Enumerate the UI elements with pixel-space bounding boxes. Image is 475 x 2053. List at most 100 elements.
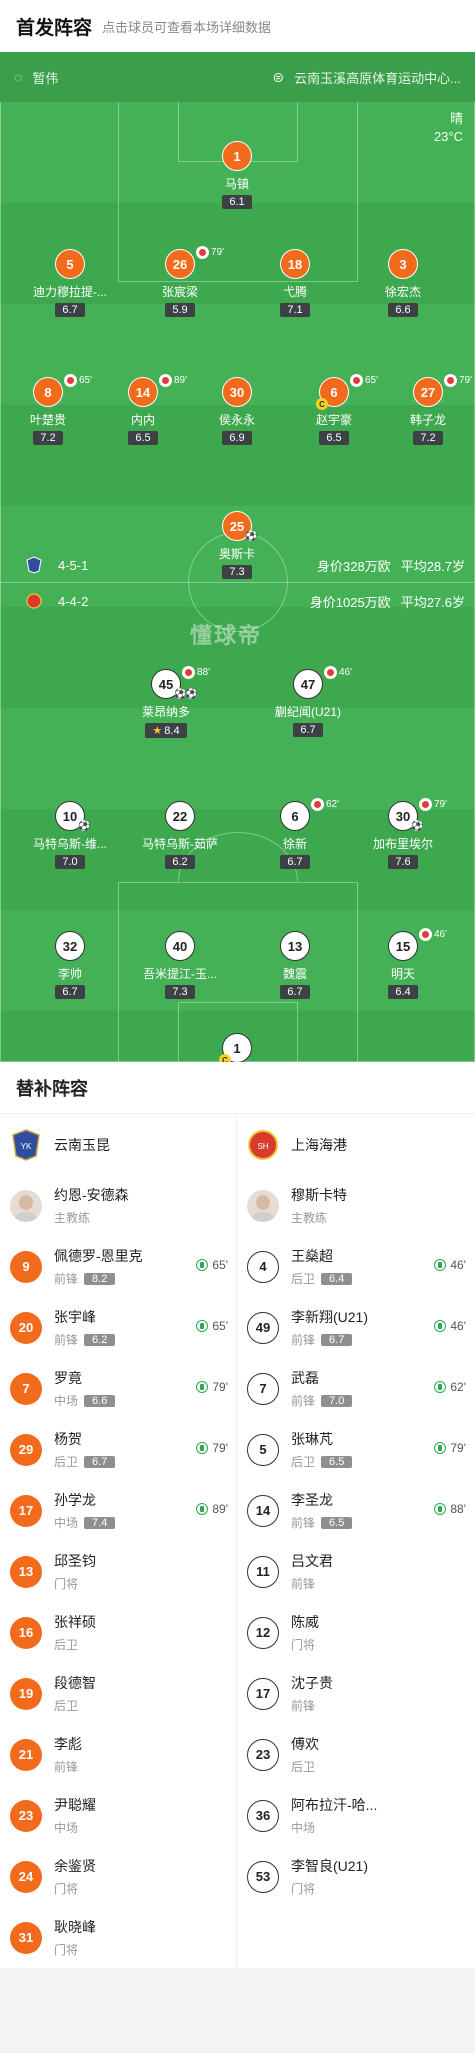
away-player[interactable]: 22 马特乌斯-茹萨 6.2 bbox=[120, 801, 240, 869]
away-sub-row[interactable]: 5 张琳芃 后卫 6.5 79' bbox=[237, 1419, 474, 1480]
sub-name: 傅欢 bbox=[291, 1736, 319, 1752]
away-coach-name: 穆斯卡特 bbox=[291, 1187, 347, 1203]
sub-in-icon bbox=[196, 1320, 209, 1332]
player-rating-value: 6.5 bbox=[326, 432, 342, 444]
home-sub-row[interactable]: 20 张宇峰 前锋 6.2 65' bbox=[0, 1297, 236, 1358]
away-sub-row[interactable]: 11 吕文君 前锋 bbox=[237, 1541, 474, 1602]
away-sub-row[interactable]: 14 李圣龙 前锋 6.5 88' bbox=[237, 1480, 474, 1541]
player-number: 40 bbox=[165, 931, 195, 961]
sub-position: 后卫 bbox=[291, 1455, 316, 1469]
home-formation: 4-5-1 bbox=[58, 557, 89, 573]
sub-name: 杨贺 bbox=[54, 1431, 82, 1447]
sub-rating: 6.2 bbox=[84, 1333, 116, 1346]
home-coach-row[interactable]: 约恩-安德森 主教练 bbox=[0, 1175, 236, 1236]
home-sub-row[interactable]: 24 余鉴贤 门将 bbox=[0, 1846, 236, 1907]
home-player[interactable]: 26 79' 张宸梁 5.9 bbox=[120, 246, 240, 317]
away-sub-row[interactable]: 17 沈子贵 前锋 bbox=[237, 1663, 474, 1724]
home-team-logo-icon bbox=[26, 556, 42, 574]
captain-icon: C bbox=[219, 1054, 231, 1062]
sub-name: 李智良(U21) bbox=[291, 1858, 369, 1874]
sub-number: 23 bbox=[10, 1799, 42, 1832]
home-sub-row[interactable]: 29 杨贺 后卫 6.7 79' bbox=[0, 1419, 236, 1480]
away-coach-row[interactable]: 穆斯卡特 主教练 bbox=[237, 1175, 474, 1236]
away-team-name: 上海海港 bbox=[291, 1136, 347, 1153]
home-sub-row[interactable]: 7 罗竟 中场 6.6 79' bbox=[0, 1358, 236, 1419]
home-sub-row[interactable]: 21 李彪 前锋 bbox=[0, 1724, 236, 1785]
home-sub-row[interactable]: 13 邱圣钧 门将 bbox=[0, 1541, 236, 1602]
away-sub-row[interactable]: 23 傅欢 后卫 bbox=[237, 1724, 474, 1785]
away-player[interactable]: 6 62' 徐新 6.7 bbox=[235, 798, 355, 869]
home-player[interactable]: 27 79' 韩子龙 7.2 bbox=[368, 374, 475, 445]
away-player[interactable]: 32 李帅 6.7 bbox=[10, 931, 130, 999]
player-number: 3 bbox=[388, 249, 418, 279]
away-player[interactable]: 45 88' ⚽ ⚽ 莱昂纳多 ★ 8.4 bbox=[106, 666, 226, 738]
watermark-logo: 懂球帝 bbox=[190, 623, 263, 648]
player-name: 赵宇豪 bbox=[315, 413, 352, 427]
player-rating-value: 8.4 bbox=[164, 725, 180, 737]
sub-position: 前锋 bbox=[291, 1699, 316, 1713]
sub-off-badge: 79' bbox=[444, 374, 472, 387]
sub-in-icon bbox=[434, 1442, 447, 1454]
home-player[interactable]: 18 弋腾 7.1 bbox=[235, 249, 355, 317]
sub-rating: 6.5 bbox=[321, 1516, 353, 1529]
home-sub-row[interactable]: 17 孙学龙 中场 7.4 89' bbox=[0, 1480, 236, 1541]
player-number: 13 bbox=[280, 931, 310, 961]
player-name: 马镇 bbox=[224, 177, 249, 191]
sub-in-time: 88' bbox=[450, 1502, 466, 1516]
away-sub-row[interactable]: 7 武磊 前锋 7.0 62' bbox=[237, 1358, 474, 1419]
away-player[interactable]: 30 79' ⚽ 加布里埃尔 7.6 bbox=[343, 798, 463, 869]
sub-off-icon bbox=[182, 666, 195, 679]
away-sub-row[interactable]: 53 李智良(U21) 门将 bbox=[237, 1846, 474, 1907]
home-player[interactable]: 5 迪力穆拉提-... 6.7 bbox=[10, 249, 130, 317]
player-name: 马特乌斯-茹萨 bbox=[142, 837, 218, 851]
home-player[interactable]: 3 徐宏杰 6.6 bbox=[343, 249, 463, 317]
best-player-star-icon: ★ bbox=[152, 725, 163, 737]
sub-position: 门将 bbox=[54, 1943, 79, 1957]
pitch: ◌ 暂伟 ⊜ 云南玉溪高原体育运动中心... 晴 23°C 懂球帝 4-5-1 … bbox=[0, 52, 475, 1062]
lineup-title: 首发阵容 bbox=[16, 17, 93, 39]
home-sub-row[interactable]: 16 张祥硕 后卫 bbox=[0, 1602, 236, 1663]
sub-in-time: 46' bbox=[450, 1319, 466, 1333]
away-player[interactable]: 10 ⚽ 马特乌斯-维... 7.0 bbox=[10, 801, 130, 869]
home-team-row[interactable]: YK 云南玉昆 bbox=[0, 1114, 236, 1175]
home-sub-row[interactable]: 23 尹聪耀 中场 bbox=[0, 1785, 236, 1846]
home-coach-name: 约恩-安德森 bbox=[54, 1187, 129, 1203]
away-subs-column: SH 上海海港 穆斯卡特 主教练 4 王燊超 后卫 6.4 46' 49 李新翔(U21) 前… bbox=[237, 1114, 474, 1968]
away-sub-row[interactable]: 12 陈威 门将 bbox=[237, 1602, 474, 1663]
sub-in-icon bbox=[434, 1259, 447, 1271]
sub-rating: 7.0 bbox=[321, 1394, 353, 1407]
away-player[interactable]: 40 吾米提江-玉... 7.3 bbox=[120, 931, 240, 999]
home-sub-row[interactable]: 9 佩德罗-恩里克 前锋 8.2 65' bbox=[0, 1236, 236, 1297]
sub-position: 前锋 bbox=[291, 1577, 316, 1591]
away-team-row[interactable]: SH 上海海港 bbox=[237, 1114, 474, 1175]
home-player[interactable]: 1 马镇 6.1 bbox=[177, 141, 297, 209]
player-rating-value: 6.7 bbox=[62, 986, 78, 998]
home-sub-row[interactable]: 19 段德智 后卫 bbox=[0, 1663, 236, 1724]
away-player[interactable]: 47 46' 蒯纪闻(U21) 6.7 bbox=[248, 666, 368, 737]
player-rating: 7.2 bbox=[33, 431, 63, 445]
player-rating-value: 6.7 bbox=[287, 986, 303, 998]
player-name: 加布里埃尔 bbox=[372, 837, 433, 851]
player-rating: 7.2 bbox=[413, 431, 443, 445]
sub-name: 佩德罗-恩里克 bbox=[54, 1248, 143, 1264]
away-player[interactable]: 1C颜骏凌6.5 bbox=[177, 1033, 297, 1062]
player-name: 韩子龙 bbox=[409, 413, 446, 427]
player-rating: 6.7 bbox=[55, 303, 85, 317]
away-sub-row[interactable]: 49 李新翔(U21) 前锋 6.7 46' bbox=[237, 1297, 474, 1358]
away-player[interactable]: 13 魏震 6.7 bbox=[235, 931, 355, 999]
home-sub-row[interactable]: 31 耿晓峰 门将 bbox=[0, 1907, 236, 1968]
sub-name: 张祥硕 bbox=[54, 1614, 96, 1630]
away-avg-age: 平均27.6岁 bbox=[400, 594, 465, 610]
whistle-icon: ◌ bbox=[14, 69, 23, 85]
away-sub-row[interactable]: 4 王燊超 后卫 6.4 46' bbox=[237, 1236, 474, 1297]
player-name: 明天 bbox=[390, 967, 415, 981]
player-name: 徐宏杰 bbox=[384, 285, 421, 299]
away-player[interactable]: 15 46' 明天 6.4 bbox=[343, 928, 463, 999]
sub-off-badge: 79' bbox=[419, 798, 447, 811]
sub-in-time: 46' bbox=[450, 1258, 466, 1272]
sub-position: 中场 bbox=[291, 1821, 316, 1835]
sub-number: 17 bbox=[247, 1677, 279, 1710]
sub-number: 29 bbox=[10, 1433, 42, 1466]
away-sub-row[interactable]: 36 阿布拉汗-哈... 中场 bbox=[237, 1785, 474, 1846]
home-player[interactable]: 25 ⚽ 奥斯卡 7.3 bbox=[177, 511, 297, 579]
